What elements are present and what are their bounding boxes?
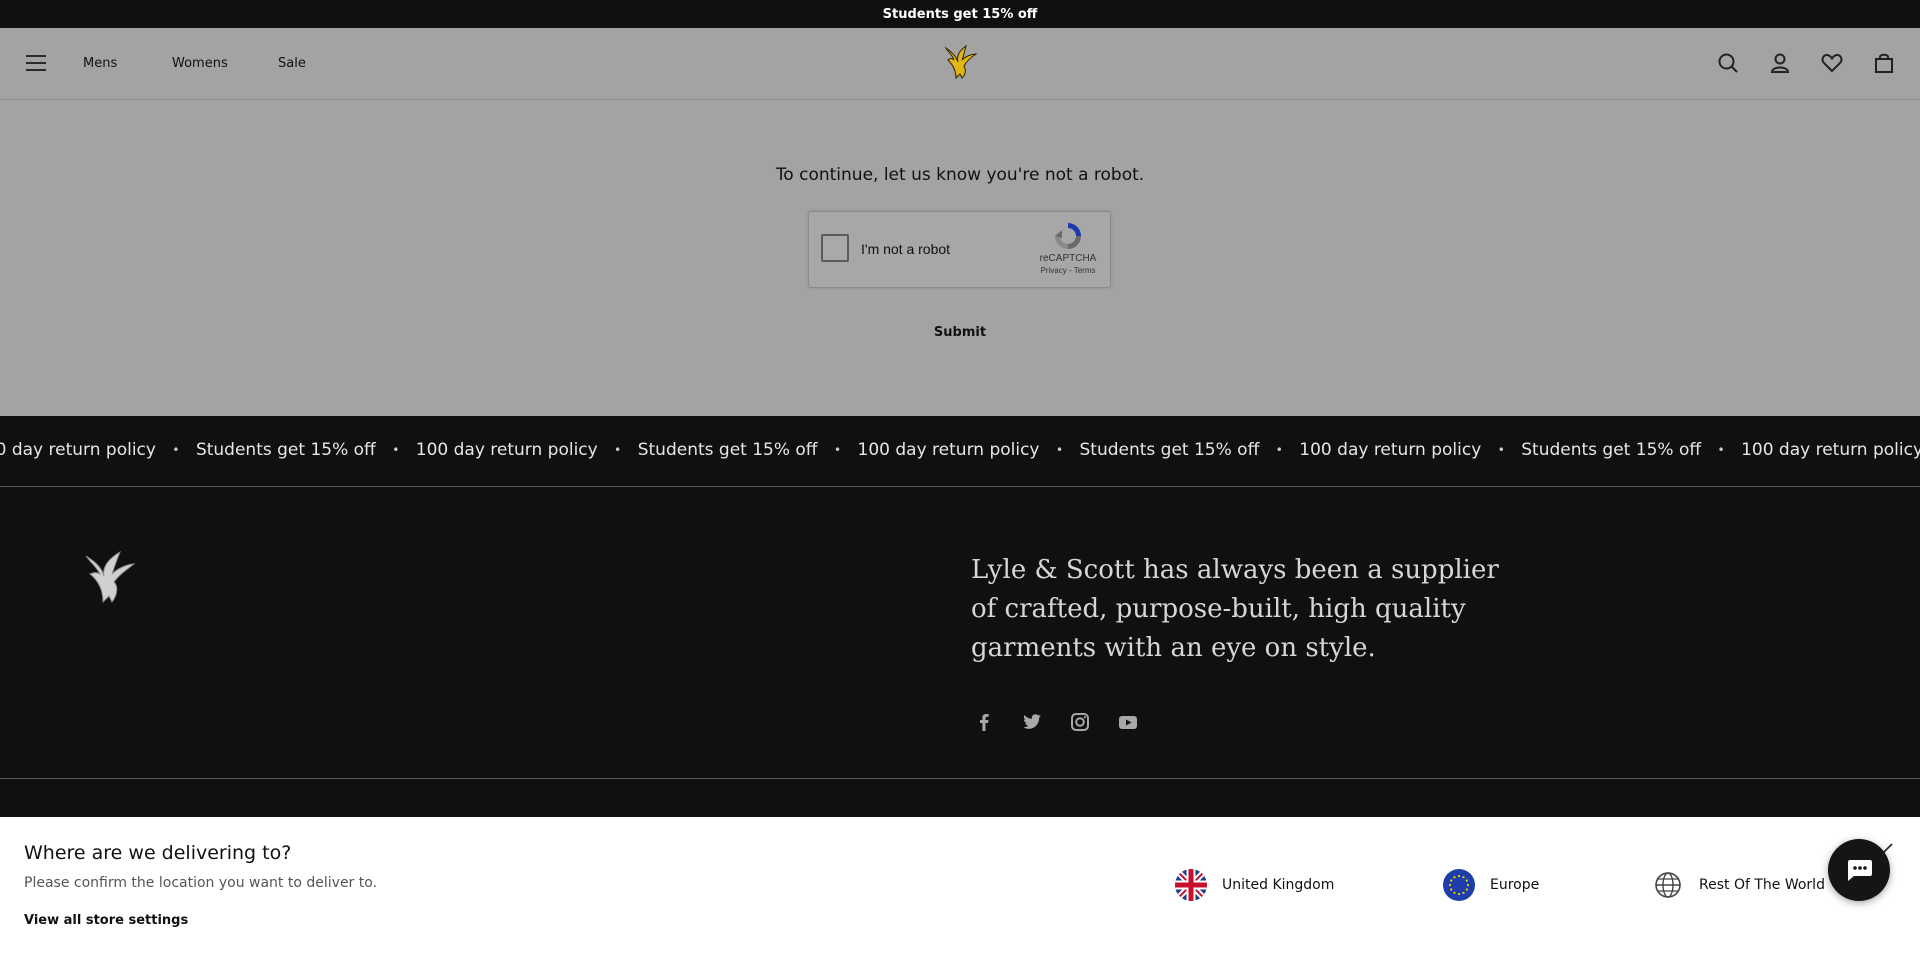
option-europe[interactable]: Europe	[1443, 868, 1539, 902]
promo-text: Students get 15% off	[882, 6, 1038, 22]
nav-sale[interactable]: Sale	[278, 56, 306, 71]
ticker-item: Students get 15% off	[637, 440, 818, 460]
recaptcha-logo-icon	[1055, 223, 1081, 249]
promo-bar: Students get 15% off	[0, 0, 1920, 28]
site-header: Mens Womens Sale	[0, 28, 1920, 100]
option-label: Rest Of The World	[1699, 877, 1825, 893]
ticker-item: Students get 15% off	[1079, 440, 1260, 460]
nav-womens[interactable]: Womens	[172, 56, 228, 71]
footer-bottom	[0, 779, 1920, 817]
eu-flag-icon	[1443, 869, 1475, 901]
recaptcha-label: I'm not a robot	[861, 241, 951, 257]
ticker-item: Students get 15% off	[195, 440, 376, 460]
ticker-separator: •	[833, 443, 842, 457]
ticker-separator: •	[172, 443, 180, 457]
instagram-icon[interactable]	[1069, 711, 1091, 733]
account-icon[interactable]	[1769, 52, 1791, 74]
wishlist-heart-icon[interactable]	[1821, 52, 1843, 74]
delivery-title: Where are we delivering to?	[24, 842, 292, 864]
recaptcha-brand: reCAPTCHA Privacy - Terms	[1038, 220, 1098, 275]
option-label: United Kingdom	[1222, 877, 1335, 893]
robot-prompt: To continue, let us know you're not a ro…	[775, 165, 1145, 185]
ticker-separator: •	[392, 443, 400, 457]
robot-check-section: To continue, let us know you're not a ro…	[0, 101, 1920, 416]
ticker-item: 100 day return policy	[415, 440, 598, 460]
ticker-separator: •	[1717, 443, 1725, 457]
ticker-item: 100 day return policy	[857, 440, 1040, 460]
uk-flag-icon	[1175, 869, 1207, 901]
facebook-icon[interactable]	[973, 711, 995, 733]
ticker-separator: •	[1497, 443, 1505, 457]
recaptcha-name: reCAPTCHA	[1039, 253, 1097, 264]
ticker-track: 100 day return policy • Students get 15% o…	[0, 440, 1920, 460]
option-label: Europe	[1490, 877, 1540, 893]
submit-button[interactable]: Submit	[0, 325, 1920, 340]
ticker-separator: •	[614, 443, 622, 457]
search-icon[interactable]	[1717, 52, 1739, 74]
nav-mens[interactable]: Mens	[83, 56, 117, 71]
bag-icon[interactable]	[1873, 52, 1895, 74]
ticker-item: 100 day return policy	[1299, 440, 1482, 460]
ticker-item: 100 day return policy	[0, 440, 156, 460]
delivery-location-panel: Where are we delivering to? Please confi…	[0, 817, 1920, 955]
delivery-subtitle: Please confirm the location you want to …	[24, 875, 378, 891]
youtube-icon[interactable]	[1117, 711, 1139, 733]
option-united-kingdom[interactable]: United Kingdom	[1175, 868, 1334, 902]
usp-ticker: 100 day return policy • Students get 15% o…	[0, 416, 1920, 487]
recaptcha-links[interactable]: Privacy - Terms	[1038, 266, 1098, 275]
site-footer: Lyle & Scott has always been a supplier …	[0, 487, 1920, 779]
view-all-store-settings-link[interactable]: View all store settings	[24, 913, 188, 928]
ticker-separator: •	[1055, 443, 1064, 457]
eagle-logo-icon[interactable]	[942, 44, 978, 82]
footer-eagle-logo-icon	[85, 550, 136, 604]
ticker-separator: •	[1275, 443, 1283, 457]
ticker-item: Students get 15% off	[1521, 440, 1702, 460]
brand-quote: Lyle & Scott has always been a supplier …	[971, 555, 1499, 663]
globe-icon	[1655, 872, 1681, 898]
twitter-icon[interactable]	[1021, 711, 1043, 733]
recaptcha-widget: I'm not a robot reCAPTCHA Privacy - Term…	[808, 211, 1111, 288]
menu-icon[interactable]	[26, 55, 46, 71]
option-rest-of-the-world[interactable]: Rest Of The World	[1652, 868, 1825, 902]
chat-bubble-icon	[1848, 860, 1872, 881]
ticker-item: 100 day return policy	[1741, 440, 1920, 460]
recaptcha-checkbox[interactable]	[821, 234, 849, 262]
chat-launcher-button[interactable]	[1828, 839, 1890, 901]
